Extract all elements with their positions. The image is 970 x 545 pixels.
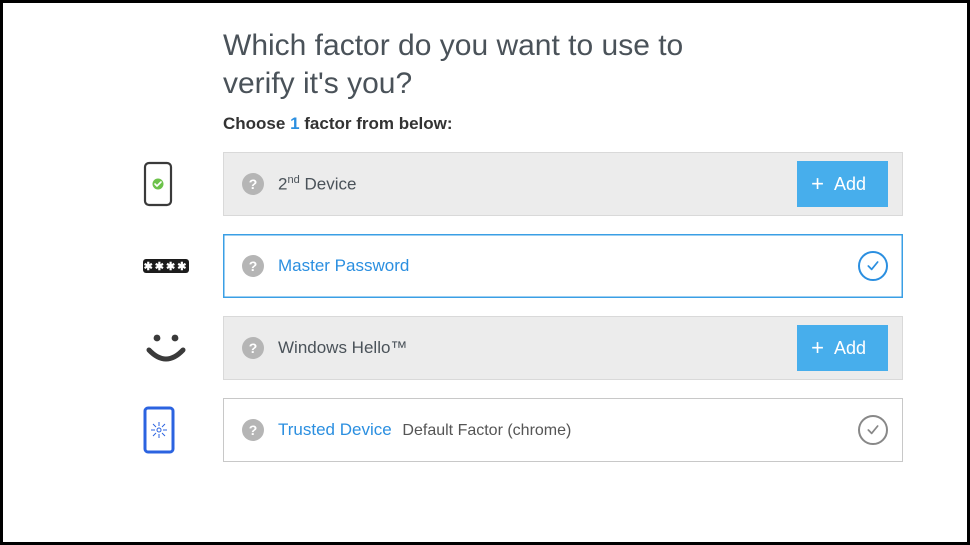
add-button-label: Add	[834, 338, 866, 359]
factor-row-windows-hello: ? Windows Hello™ + Add	[143, 316, 903, 380]
choose-suffix: factor from below:	[300, 114, 453, 133]
add-second-device-button[interactable]: + Add	[797, 161, 888, 207]
factor-row-trusted-device: ? Trusted Device Default Factor (chrome)	[143, 398, 903, 462]
check-icon	[858, 415, 888, 445]
factor-label-master-password: Master Password	[278, 256, 409, 276]
help-icon[interactable]: ?	[242, 337, 264, 359]
help-icon[interactable]: ?	[242, 255, 264, 277]
factor-card-windows-hello[interactable]: ? Windows Hello™ + Add	[223, 316, 903, 380]
choose-prefix: Choose	[223, 114, 290, 133]
trusted-device-icon	[143, 398, 223, 462]
factor-label-trusted-device: Trusted Device Default Factor (chrome)	[278, 420, 571, 440]
factor-card-trusted-device[interactable]: ? Trusted Device Default Factor (chrome)	[223, 398, 903, 462]
plus-icon: +	[811, 337, 824, 359]
help-icon[interactable]: ?	[242, 173, 264, 195]
password-icon: ✱✱✱✱	[143, 234, 223, 298]
smile-icon	[143, 316, 223, 380]
add-button-label: Add	[834, 174, 866, 195]
selected-check-icon	[858, 251, 888, 281]
factor-label-second-device: 2nd Device	[278, 174, 356, 195]
factor-row-master-password: ✱✱✱✱ ? Master Password	[143, 234, 903, 298]
help-icon[interactable]: ?	[242, 419, 264, 441]
add-windows-hello-button[interactable]: + Add	[797, 325, 888, 371]
phone-icon	[143, 152, 223, 216]
factor-row-second-device: ? 2nd Device + Add	[143, 152, 903, 216]
factor-label-windows-hello: Windows Hello™	[278, 338, 407, 358]
page-title: Which factor do you want to use to verif…	[143, 27, 703, 102]
choose-instruction: Choose 1 factor from below:	[143, 114, 903, 134]
plus-icon: +	[811, 173, 824, 195]
factor-card-second-device[interactable]: ? 2nd Device + Add	[223, 152, 903, 216]
factor-card-master-password[interactable]: ? Master Password	[223, 234, 903, 298]
factor-list: ? 2nd Device + Add ✱✱✱✱ ?	[143, 152, 903, 462]
choose-count: 1	[290, 114, 299, 133]
